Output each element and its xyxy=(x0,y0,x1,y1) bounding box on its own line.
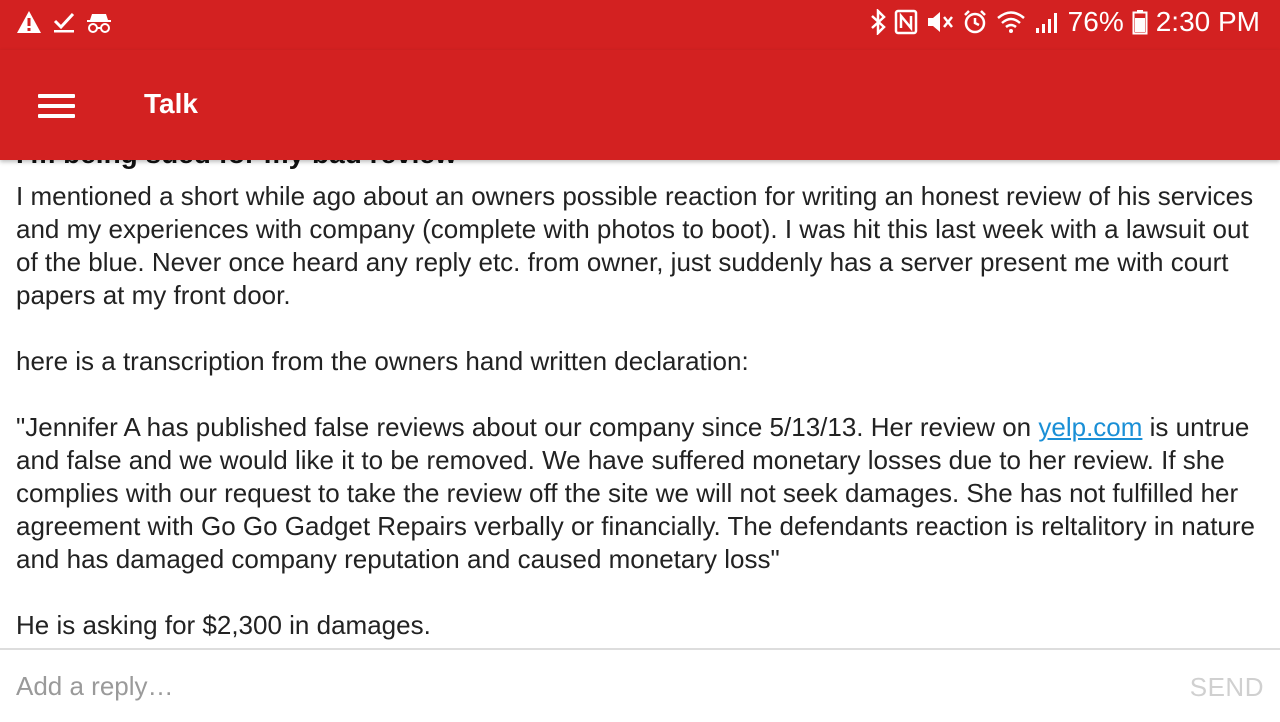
warning-icon xyxy=(16,10,42,39)
clock: 2:30 PM xyxy=(1155,6,1260,37)
alarm-icon xyxy=(962,9,988,35)
signal-icon xyxy=(1034,10,1060,34)
reply-input[interactable] xyxy=(16,666,1156,706)
checkbox-check-icon xyxy=(52,10,76,39)
system-status-icons: 76% 2:30 PM xyxy=(870,6,1260,38)
post-paragraph: I mentioned a short while ago about an o… xyxy=(16,181,1254,310)
post-content: I'm being sued for my bad review I menti… xyxy=(16,128,1266,675)
wifi-icon xyxy=(996,10,1026,34)
battery-percent: 76% xyxy=(1067,6,1124,37)
bluetooth-icon xyxy=(870,9,886,35)
post-paragraph: here is a transcription from the owners … xyxy=(16,346,749,376)
send-button[interactable]: SEND xyxy=(1190,672,1264,703)
app-title: Talk xyxy=(144,88,198,119)
notification-icons xyxy=(16,10,112,39)
app-bar: Talk xyxy=(0,50,1280,160)
post-quote: "Jennifer A has published false reviews … xyxy=(16,411,1266,576)
nfc-icon xyxy=(894,9,918,35)
status-bar: 76% 2:30 PM xyxy=(0,0,1280,50)
mute-icon xyxy=(926,9,954,35)
yelp-link[interactable]: yelp.com xyxy=(1038,412,1142,442)
reply-bar: SEND xyxy=(0,648,1280,722)
battery-icon xyxy=(1132,9,1148,35)
hamburger-menu-icon[interactable] xyxy=(30,86,82,126)
post-paragraph: He is asking for $2,300 in damages. xyxy=(16,610,431,640)
quote-text: "Jennifer A has published false reviews … xyxy=(16,412,1039,442)
incognito-icon xyxy=(86,10,112,39)
